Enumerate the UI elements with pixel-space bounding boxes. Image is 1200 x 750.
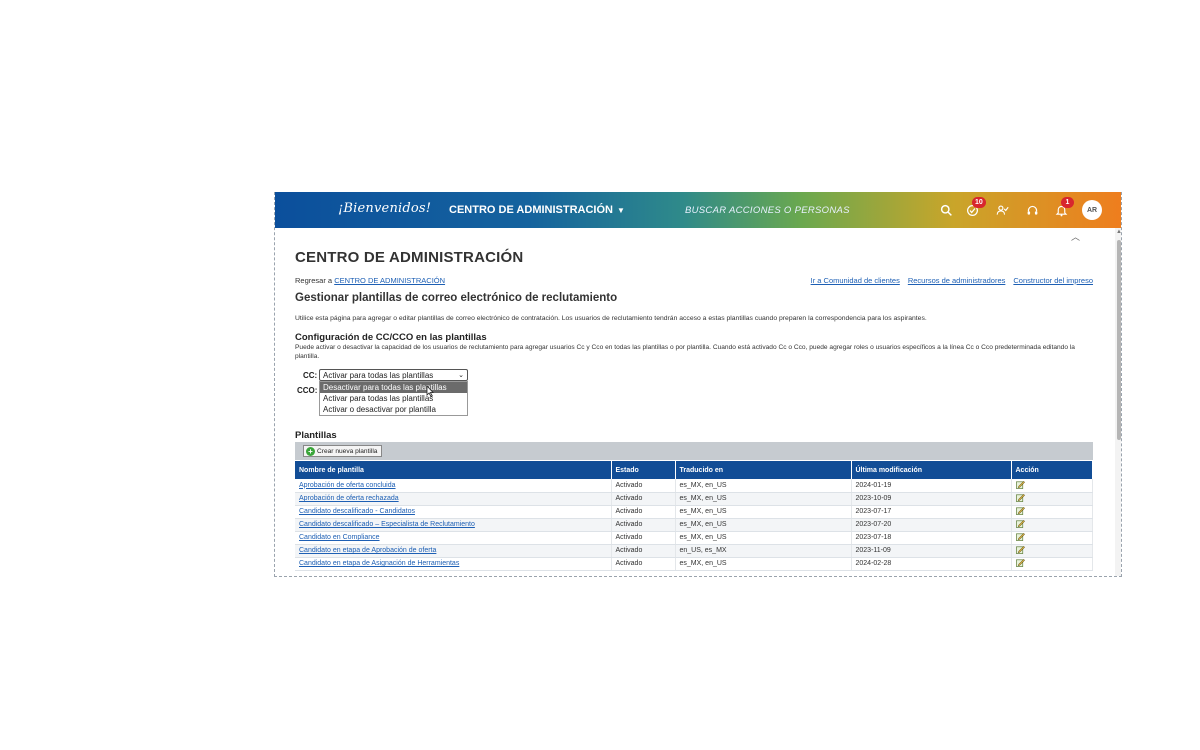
app-menu-dropdown[interactable]: CENTRO DE ADMINISTRACIÓN ▼ bbox=[449, 204, 625, 216]
cc-dropdown-list: Desactivar para todas las plantillas Act… bbox=[319, 381, 468, 416]
templates-toolbar: + Crear nueva plantilla bbox=[295, 442, 1093, 460]
template-modified-date: 2024-01-19 bbox=[855, 481, 892, 489]
table-row: Aprobación de oferta concluida Activado es… bbox=[295, 479, 1093, 493]
cc-select-value: Activar para todas las plantillas bbox=[323, 370, 434, 380]
template-status: Activado bbox=[615, 495, 643, 502]
cc-config-title: Configuración de CC/CCO en las plantilla… bbox=[295, 332, 487, 343]
cc-config-description: Puede activar o desactivar la capacidad … bbox=[295, 344, 1075, 360]
dropdown-option-enable-all[interactable]: Activar para todas las plantillas bbox=[320, 393, 467, 404]
admin-resources-link[interactable]: Recursos de administradores bbox=[908, 276, 1006, 285]
edit-icon[interactable] bbox=[1015, 506, 1025, 515]
dropdown-option-per-template[interactable]: Activar o desactivar por plantilla bbox=[320, 404, 467, 415]
column-header-status[interactable]: Estado bbox=[611, 461, 676, 479]
scrollbar-thumb[interactable] bbox=[1117, 240, 1121, 440]
header-links: Ir a Comunidad de clientes Recursos de a… bbox=[811, 276, 1093, 285]
template-translations: es_MX, en_US bbox=[679, 521, 727, 528]
table-row: Candidato en etapa de Asignación de Herr… bbox=[295, 557, 1093, 571]
template-name-link[interactable]: Candidato en Compliance bbox=[299, 534, 380, 541]
edit-icon[interactable] bbox=[1015, 480, 1025, 489]
headset-icon[interactable] bbox=[1024, 202, 1040, 218]
template-name-link[interactable]: Candidato en etapa de Aprobación de ofer… bbox=[299, 547, 436, 554]
template-modified-date: 2023-07-18 bbox=[855, 534, 892, 541]
user-avatar[interactable]: AR bbox=[1082, 200, 1102, 220]
table-row: Candidato en etapa de Aprobación de ofer… bbox=[295, 544, 1093, 558]
template-modified-date: 2023-10-09 bbox=[855, 495, 892, 502]
form-builder-link[interactable]: Constructor del impreso bbox=[1013, 276, 1093, 285]
template-modified-date: 2023-07-17 bbox=[855, 508, 892, 515]
page-title: CENTRO DE ADMINISTRACIÓN bbox=[295, 249, 524, 266]
plus-icon: + bbox=[306, 446, 315, 456]
edit-icon[interactable] bbox=[1015, 558, 1025, 567]
cco-label: CCO: bbox=[297, 386, 318, 395]
customer-community-link[interactable]: Ir a Comunidad de clientes bbox=[811, 276, 900, 285]
template-translations: es_MX, en_US bbox=[679, 495, 727, 502]
chevron-down-icon: ⌄ bbox=[458, 372, 464, 379]
app-window: ¡Bienvenidos! CENTRO DE ADMINISTRACIÓN ▼… bbox=[274, 192, 1122, 577]
back-prefix: Regresar a bbox=[295, 276, 333, 285]
notifications-badge: 1 bbox=[1061, 197, 1074, 208]
main-content: ︿ CENTRO DE ADMINISTRACIÓN Regresar a CE… bbox=[275, 228, 1115, 576]
chevron-down-icon: ▼ bbox=[616, 205, 625, 215]
create-template-label: Crear nueva plantilla bbox=[317, 447, 378, 455]
template-name-link[interactable]: Candidato en etapa de Asignación de Herr… bbox=[299, 560, 459, 567]
section-description: Utilice esta página para agregar o edita… bbox=[295, 315, 927, 322]
top-navigation-bar: ¡Bienvenidos! CENTRO DE ADMINISTRACIÓN ▼… bbox=[275, 192, 1121, 228]
dropdown-option-disable-all[interactable]: Desactivar para todas las plantillas bbox=[320, 382, 467, 393]
column-header-action: Acción bbox=[1011, 461, 1093, 479]
table-row: Candidato descalificado - Candidatos Acti… bbox=[295, 505, 1093, 519]
template-status: Activado bbox=[615, 547, 643, 554]
back-link[interactable]: CENTRO DE ADMINISTRACIÓN bbox=[334, 276, 445, 285]
template-status: Activado bbox=[615, 481, 643, 489]
template-status: Activado bbox=[615, 560, 643, 567]
column-header-modified[interactable]: Última modificación bbox=[851, 461, 1012, 479]
vertical-scrollbar[interactable]: ▲ bbox=[1115, 228, 1121, 576]
section-title: Gestionar plantillas de correo electróni… bbox=[295, 292, 618, 304]
template-name-link[interactable]: Aprobación de oferta rechazada bbox=[299, 495, 399, 502]
approvals-icon[interactable]: 10 bbox=[964, 197, 986, 218]
template-translations: es_MX, en_US bbox=[679, 534, 727, 541]
template-modified-date: 2023-11-09 bbox=[855, 547, 891, 554]
template-status: Activado bbox=[615, 521, 643, 528]
people-task-icon[interactable] bbox=[994, 202, 1010, 218]
template-status: Activado bbox=[615, 508, 643, 515]
template-modified-date: 2023-07-20 bbox=[855, 521, 892, 528]
template-translations: es_MX, en_US bbox=[679, 508, 727, 515]
edit-icon[interactable] bbox=[1015, 532, 1025, 541]
global-search-input[interactable]: BUSCAR ACCIONES O PERSONAS bbox=[685, 205, 850, 216]
app-menu-label: CENTRO DE ADMINISTRACIÓN bbox=[449, 204, 613, 216]
search-icon[interactable] bbox=[938, 202, 954, 218]
chevron-up-icon[interactable]: ︿ bbox=[1071, 230, 1080, 243]
table-header-row: Nombre de plantilla Estado Traducido en … bbox=[295, 461, 1093, 479]
breadcrumb: Regresar a CENTRO DE ADMINISTRACIÓN bbox=[295, 276, 445, 285]
template-translations: en_US, es_MX bbox=[679, 547, 727, 554]
template-name-link[interactable]: Aprobación de oferta concluida bbox=[299, 482, 396, 489]
welcome-logo[interactable]: ¡Bienvenidos! bbox=[338, 201, 431, 216]
bell-icon[interactable]: 1 bbox=[1053, 197, 1074, 218]
mouse-cursor-icon bbox=[426, 386, 434, 397]
cc-select[interactable]: Activar para todas las plantillas ⌄ bbox=[319, 369, 468, 381]
cc-label: CC: bbox=[303, 371, 318, 380]
table-row: Aprobación de oferta rechazada Activado es… bbox=[295, 492, 1093, 506]
edit-icon[interactable] bbox=[1015, 545, 1025, 554]
create-template-button[interactable]: + Crear nueva plantilla bbox=[303, 445, 383, 457]
column-header-translated[interactable]: Traducido en bbox=[675, 461, 852, 479]
template-translations: es_MX, en_US bbox=[679, 560, 727, 567]
table-row: Candidato en Compliance Activado es_MX, en… bbox=[295, 531, 1093, 545]
templates-title: Plantillas bbox=[295, 430, 337, 441]
edit-icon[interactable] bbox=[1015, 493, 1025, 502]
edit-icon[interactable] bbox=[1015, 519, 1025, 528]
templates-table: Nombre de plantilla Estado Traducido en … bbox=[295, 461, 1093, 571]
template-name-link[interactable]: Candidato descalificado – Especialista d… bbox=[299, 521, 475, 528]
template-modified-date: 2024-02-28 bbox=[855, 560, 892, 567]
approvals-badge: 10 bbox=[972, 197, 986, 208]
template-name-link[interactable]: Candidato descalificado - Candidatos bbox=[299, 508, 415, 515]
template-status: Activado bbox=[615, 534, 643, 541]
table-row: Candidato descalificado – Especialista d… bbox=[295, 518, 1093, 532]
scroll-up-arrow-icon[interactable]: ▲ bbox=[1116, 229, 1121, 235]
template-translations: es_MX, en_US bbox=[679, 481, 727, 489]
column-header-name[interactable]: Nombre de plantilla bbox=[295, 461, 612, 479]
